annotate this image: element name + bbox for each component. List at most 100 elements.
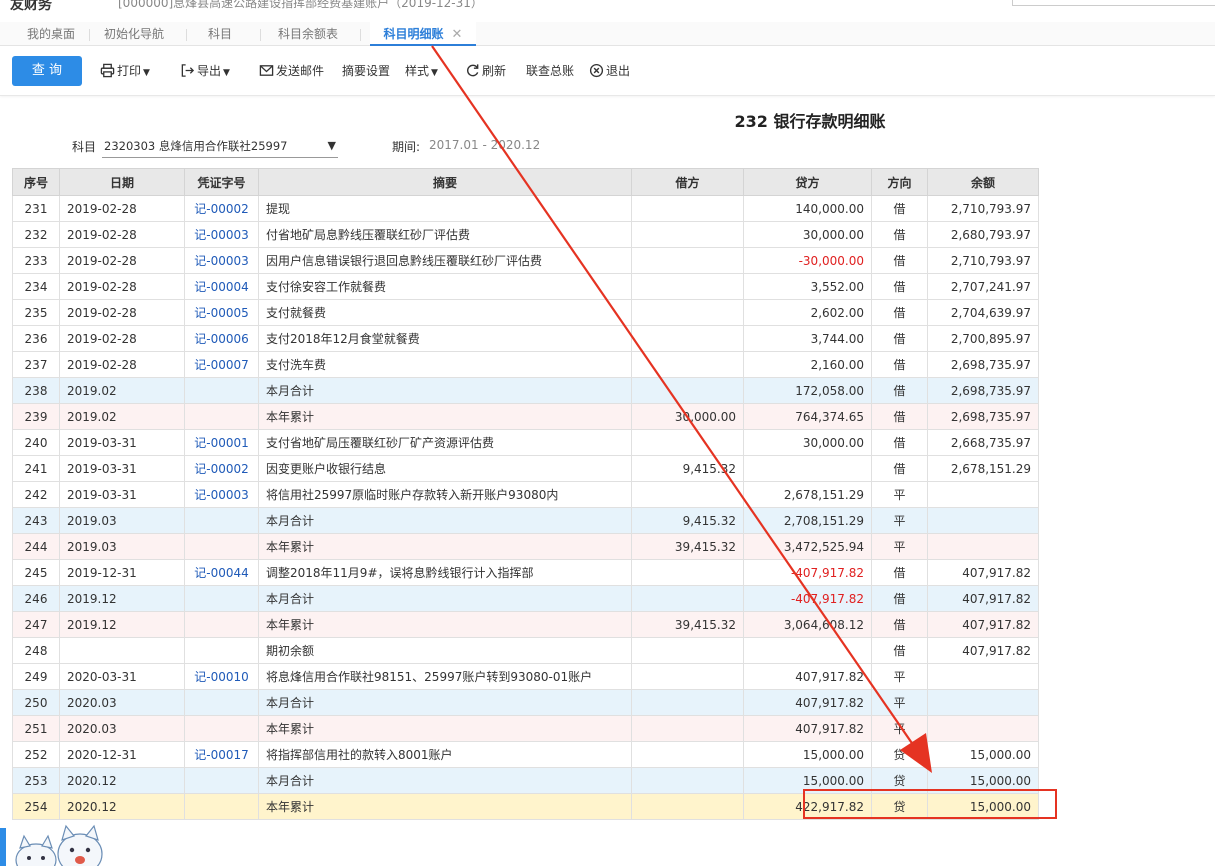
cell-debit xyxy=(631,325,744,352)
table-row[interactable]: 244 2019.03 本年累计 39,415.32 3,472,525.94 平 xyxy=(12,533,1039,560)
cell-voucher-link[interactable]: 记-00001 xyxy=(184,429,259,456)
cell-date: 2020-03-31 xyxy=(59,663,185,690)
cell-direction: 借 xyxy=(871,585,928,612)
table-row[interactable]: 238 2019.02 本月合计 172,058.00 借 2,698,735.97 xyxy=(12,377,1039,404)
table-header-row: 序号 日期 凭证字号 摘要 借方 贷方 方向 余额 xyxy=(12,168,1039,196)
tab-label: 科目 xyxy=(207,27,232,41)
table-row[interactable]: 241 2019-03-31 记-00002 因变更账户收银行结息 9,415.32 借 2… xyxy=(12,455,1039,482)
table-row[interactable]: 237 2019-02-28 记-00007 支付洗车费 2,160.00 借 2,698,… xyxy=(12,351,1039,378)
exit-icon xyxy=(589,63,604,78)
printer-icon xyxy=(100,63,115,78)
query-button[interactable]: 查 询 xyxy=(12,56,82,86)
cell-no: 235 xyxy=(12,299,60,326)
cell-credit: 2,708,151.29 xyxy=(743,507,872,534)
cell-voucher-link[interactable]: 记-00044 xyxy=(184,559,259,586)
table-row[interactable]: 248 期初余额 借 407,917.82 xyxy=(12,637,1039,664)
cell-summary: 将息烽信用合作联社98151、25997账户转到93080-01账户 xyxy=(258,663,632,690)
general-ledger-button[interactable]: 联查总账 xyxy=(526,62,574,80)
period-value: 2017.01 - 2020.12 xyxy=(429,138,541,152)
table-row[interactable]: 232 2019-02-28 记-00003 付省地矿局息黔线压覆联红砂厂评估费 30,… xyxy=(12,221,1039,248)
table-row[interactable]: 247 2019.12 本年累计 39,415.32 3,064,608.12 借 407,… xyxy=(12,611,1039,638)
cell-debit xyxy=(631,221,744,248)
cell-date: 2019-03-31 xyxy=(59,455,185,482)
table-row[interactable]: 242 2019-03-31 记-00003 将信用社25997原临时账户存款转入新开… xyxy=(12,481,1039,508)
header-balance[interactable]: 余额 xyxy=(927,168,1039,196)
table-row[interactable]: 233 2019-02-28 记-00003 因用户信息错误银行退回息黔线压覆联红砂厂… xyxy=(12,247,1039,274)
table-row[interactable]: 245 2019-12-31 记-00044 调整2018年11月9#，误将息黔线银行… xyxy=(12,559,1039,586)
cell-date: 2019-12-31 xyxy=(59,559,185,586)
table-row[interactable]: 231 2019-02-28 记-00002 提现 140,000.00 借 2,710,7… xyxy=(12,195,1039,222)
cell-no: 254 xyxy=(12,793,60,820)
cell-voucher-link[interactable]: 记-00005 xyxy=(184,299,259,326)
header-voucher[interactable]: 凭证字号 xyxy=(184,168,259,196)
cell-date: 2020.03 xyxy=(59,715,185,742)
table-row[interactable]: 252 2020-12-31 记-00017 将指挥部信用社的款转入8001账户 15,… xyxy=(12,741,1039,768)
cell-voucher-link[interactable]: 记-00002 xyxy=(184,455,259,482)
table-row[interactable]: 246 2019.12 本月合计 -407,917.82 借 407,917.82 xyxy=(12,585,1039,612)
table-row[interactable]: 243 2019.03 本月合计 9,415.32 2,708,151.29 平 xyxy=(12,507,1039,534)
subject-value: 2320303 息烽信用合作联社25997 xyxy=(104,139,288,153)
subject-select[interactable]: 2320303 息烽信用合作联社25997 ▼ xyxy=(102,134,338,158)
cell-balance: 2,698,735.97 xyxy=(927,377,1039,404)
cell-credit: 407,917.82 xyxy=(743,715,872,742)
cell-summary: 支付徐安容工作就餐费 xyxy=(258,273,632,300)
cell-voucher-link[interactable]: 记-00003 xyxy=(184,221,259,248)
cell-credit: 15,000.00 xyxy=(743,767,872,794)
table-row[interactable]: 254 2020.12 本年累计 422,917.82 贷 15,000.00 xyxy=(12,793,1039,820)
table-row[interactable]: 236 2019-02-28 记-00006 支付2018年12月食堂就餐费 3,744… xyxy=(12,325,1039,352)
table-row[interactable]: 251 2020.03 本年累计 407,917.82 平 xyxy=(12,715,1039,742)
table-row[interactable]: 240 2019-03-31 记-00001 支付省地矿局压覆联红砂厂矿产资源评估费 3… xyxy=(12,429,1039,456)
tab-desktop[interactable]: 我的桌面 xyxy=(14,22,88,46)
send-mail-button[interactable]: 发送邮件 xyxy=(259,62,324,80)
cell-balance xyxy=(927,507,1039,534)
table-row[interactable]: 234 2019-02-28 记-00004 支付徐安容工作就餐费 3,552.00 借 2… xyxy=(12,273,1039,300)
header-no[interactable]: 序号 xyxy=(12,168,60,196)
cell-credit: 407,917.82 xyxy=(743,663,872,690)
table-row[interactable]: 253 2020.12 本月合计 15,000.00 贷 15,000.00 xyxy=(12,767,1039,794)
search-input[interactable] xyxy=(1012,0,1215,6)
style-button[interactable]: 样式 ▼ xyxy=(405,62,438,80)
header-date[interactable]: 日期 xyxy=(59,168,185,196)
cell-voucher-link[interactable]: 记-00003 xyxy=(184,247,259,274)
cell-date: 2019.03 xyxy=(59,507,185,534)
cell-date: 2020-12-31 xyxy=(59,741,185,768)
cell-direction: 平 xyxy=(871,507,928,534)
cell-debit xyxy=(631,715,744,742)
cell-voucher-link[interactable]: 记-00010 xyxy=(184,663,259,690)
cell-voucher-link[interactable]: 记-00006 xyxy=(184,325,259,352)
tab-separator xyxy=(260,29,261,41)
cell-voucher-link[interactable]: 记-00007 xyxy=(184,351,259,378)
tab-subject-detail[interactable]: 科目明细账 ✕ xyxy=(370,22,476,46)
cell-balance: 2,698,735.97 xyxy=(927,403,1039,430)
export-button[interactable]: 导出 ▼ xyxy=(180,62,230,80)
cell-voucher-link[interactable]: 记-00002 xyxy=(184,195,259,222)
refresh-button[interactable]: 刷新 xyxy=(465,62,506,80)
cell-no: 245 xyxy=(12,559,60,586)
table-row[interactable]: 239 2019.02 本年累计 30,000.00 764,374.65 借 2,698,… xyxy=(12,403,1039,430)
header-direction[interactable]: 方向 xyxy=(871,168,928,196)
cell-date: 2019-02-28 xyxy=(59,273,185,300)
cell-balance: 2,668,735.97 xyxy=(927,429,1039,456)
cell-date: 2019-02-28 xyxy=(59,325,185,352)
cell-balance: 2,710,793.97 xyxy=(927,247,1039,274)
tab-subject-balance[interactable]: 科目余额表 xyxy=(266,22,350,46)
header-summary[interactable]: 摘要 xyxy=(258,168,632,196)
export-label: 导出 xyxy=(197,64,222,78)
close-icon[interactable]: ✕ xyxy=(452,27,463,42)
table-row[interactable]: 249 2020-03-31 记-00010 将息烽信用合作联社98151、25997… xyxy=(12,663,1039,690)
tab-subject[interactable]: 科目 xyxy=(192,22,248,46)
tab-init-guide[interactable]: 初始化导航 xyxy=(92,22,176,46)
tab-label: 科目余额表 xyxy=(277,27,338,41)
cell-balance: 407,917.82 xyxy=(927,559,1039,586)
cell-voucher-link[interactable]: 记-00004 xyxy=(184,273,259,300)
header-debit[interactable]: 借方 xyxy=(631,168,744,196)
exit-button[interactable]: 退出 xyxy=(589,62,630,80)
table-row[interactable]: 235 2019-02-28 记-00005 支付就餐费 2,602.00 借 2,704,… xyxy=(12,299,1039,326)
cell-voucher-link[interactable]: 记-00003 xyxy=(184,481,259,508)
cell-voucher-link[interactable]: 记-00017 xyxy=(184,741,259,768)
chevron-down-icon: ▼ xyxy=(223,68,230,78)
summary-settings-button[interactable]: 摘要设置 xyxy=(342,62,390,80)
print-button[interactable]: 打印 ▼ xyxy=(100,62,150,80)
table-row[interactable]: 250 2020.03 本月合计 407,917.82 平 xyxy=(12,689,1039,716)
header-credit[interactable]: 贷方 xyxy=(743,168,872,196)
